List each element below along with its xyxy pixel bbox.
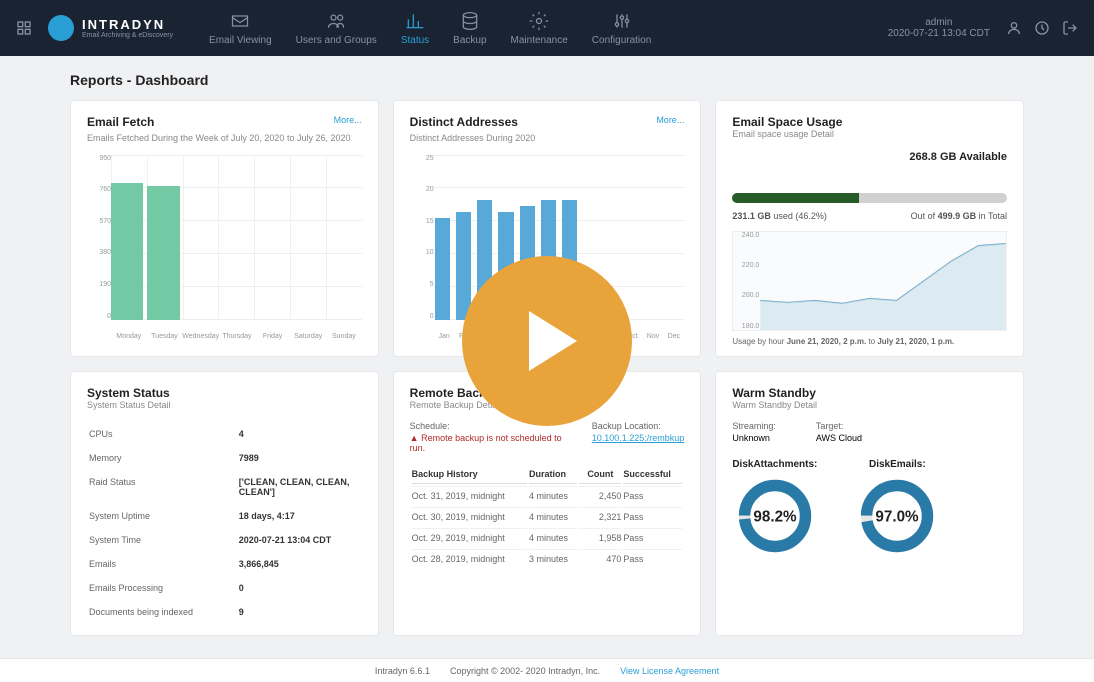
svg-text:97.0%: 97.0%	[876, 509, 920, 526]
database-icon	[460, 11, 480, 31]
disk-emails-label: DiskEmails:	[857, 459, 937, 470]
card-title: Email Space Usage	[732, 115, 1007, 129]
donut-chart: 98.2%	[735, 476, 815, 556]
nav-status[interactable]: Status	[389, 3, 441, 54]
target-label: Target:	[816, 421, 862, 431]
play-button[interactable]	[462, 256, 632, 426]
chart-icon	[405, 11, 425, 31]
card-system-status: System Status System Status Detail CPUs4…	[70, 371, 379, 637]
used-text: 231.1 GB used (46.2%)	[732, 211, 827, 221]
donut-chart: 97.0%	[857, 476, 937, 556]
nav-item-label: Status	[401, 35, 429, 46]
license-link[interactable]: View License Agreement	[620, 666, 719, 676]
card-subtitle: Warm Standby Detail	[732, 400, 1007, 412]
nav-item-label: Email Viewing	[209, 35, 272, 46]
warning-icon: ▲	[410, 433, 421, 443]
usage-area-chart: 240.0220.0200.0180.0	[732, 231, 1007, 331]
card-space-usage: Email Space Usage Email space usage Deta…	[715, 100, 1024, 357]
user-icon[interactable]	[1006, 20, 1022, 36]
gear-icon	[529, 11, 549, 31]
table-row: Oct. 31, 2019, midnight4 minutes2,450Pas…	[412, 486, 683, 505]
table-row: Raid Status['CLEAN, CLEAN, CLEAN, CLEAN'…	[89, 471, 360, 503]
nav-configuration[interactable]: Configuration	[580, 3, 663, 54]
nav-backup[interactable]: Backup	[441, 3, 498, 54]
nav-users-groups[interactable]: Users and Groups	[284, 3, 389, 54]
table-row: Emails Processing0	[89, 577, 360, 599]
nav-maintenance[interactable]: Maintenance	[499, 3, 580, 54]
total-text: Out of 499.9 GB in Total	[911, 211, 1007, 221]
table-row: Documents being indexed9	[89, 601, 360, 623]
table-row: Oct. 29, 2019, midnight4 minutes1,958Pas…	[412, 528, 683, 547]
table-row: Memory7989	[89, 447, 360, 469]
table-row: Emails3,866,845	[89, 553, 360, 575]
card-email-fetch: Email Fetch More... Emails Fetched Durin…	[70, 100, 379, 357]
app-header: INTRADYN Email Archiving & eDiscovery Em…	[0, 0, 1094, 56]
table-row: Oct. 30, 2019, midnight4 minutes2,321Pas…	[412, 507, 683, 526]
system-status-table: CPUs4 Memory7989 Raid Status['CLEAN, CLE…	[87, 421, 362, 625]
card-title: Warm Standby	[732, 386, 1007, 400]
footer-copyright: Copyright © 2002- 2020 Intradyn, Inc.	[450, 666, 600, 676]
brand-logo[interactable]: INTRADYN Email Archiving & eDiscovery	[48, 15, 173, 41]
available-label: 268.8 GB Available	[732, 151, 1007, 163]
sliders-icon	[612, 11, 632, 31]
card-title: System Status	[87, 386, 362, 400]
brand-name: INTRADYN	[82, 17, 173, 32]
disk-attachments-label: DiskAttachments:	[732, 459, 817, 470]
nav-item-label: Backup	[453, 35, 486, 46]
usage-caption: Usage by hour June 21, 2020, 2 p.m. to J…	[732, 337, 1007, 346]
space-gauge	[732, 193, 1007, 203]
location-label: Backup Location:	[592, 421, 685, 431]
more-link[interactable]: More...	[656, 115, 684, 125]
svg-text:98.2%: 98.2%	[753, 509, 797, 526]
user-info: admin 2020-07-21 13:04 CDT	[888, 17, 990, 39]
card-subtitle: System Status Detail	[87, 400, 362, 412]
user-name: admin	[925, 17, 952, 28]
table-row: System Time2020-07-21 13:04 CDT	[89, 529, 360, 551]
card-title: Email Fetch	[87, 115, 154, 129]
email-fetch-chart: 9507605703801900 MondayTuesdayWednesdayT…	[87, 155, 362, 340]
streaming-value: Unknown	[732, 433, 776, 443]
card-subtitle: Distinct Addresses During 2020	[410, 133, 685, 145]
table-row: CPUs4	[89, 423, 360, 445]
logout-icon[interactable]	[1062, 20, 1078, 36]
backup-location-link[interactable]: 10.100.1.225:/rembkup	[592, 433, 685, 443]
card-warm-standby: Warm Standby Warm Standby Detail Streami…	[715, 371, 1024, 637]
logo-icon	[48, 15, 74, 41]
schedule-warning: ▲ Remote backup is not scheduled to run.	[410, 433, 562, 453]
clock-icon[interactable]	[1034, 20, 1050, 36]
nav-email-viewing[interactable]: Email Viewing	[197, 3, 284, 54]
card-subtitle: Email space usage Detail	[732, 129, 1007, 141]
footer-version: Intradyn 6.6.1	[375, 666, 430, 676]
table-row: System Uptime18 days, 4:17	[89, 505, 360, 527]
more-link[interactable]: More...	[334, 115, 362, 125]
streaming-label: Streaming:	[732, 421, 776, 431]
envelope-icon	[230, 11, 250, 31]
card-subtitle: Emails Fetched During the Week of July 2…	[87, 133, 362, 145]
main-nav: Email Viewing Users and Groups Status Ba…	[197, 3, 888, 54]
user-timestamp: 2020-07-21 13:04 CDT	[888, 28, 990, 39]
card-title: Distinct Addresses	[410, 115, 518, 129]
nav-item-label: Configuration	[592, 35, 651, 46]
brand-tagline: Email Archiving & eDiscovery	[82, 32, 173, 39]
page-footer: Intradyn 6.6.1 Copyright © 2002- 2020 In…	[0, 658, 1094, 682]
grid-icon[interactable]	[16, 20, 32, 36]
table-row: Oct. 28, 2019, midnight3 minutes470Pass	[412, 549, 683, 568]
nav-item-label: Maintenance	[511, 35, 568, 46]
users-icon	[326, 11, 346, 31]
backup-history-table: Backup History Duration Count Successful…	[410, 463, 685, 570]
nav-item-label: Users and Groups	[296, 35, 377, 46]
target-value: AWS Cloud	[816, 433, 862, 443]
page-title: Reports - Dashboard	[70, 72, 1024, 88]
